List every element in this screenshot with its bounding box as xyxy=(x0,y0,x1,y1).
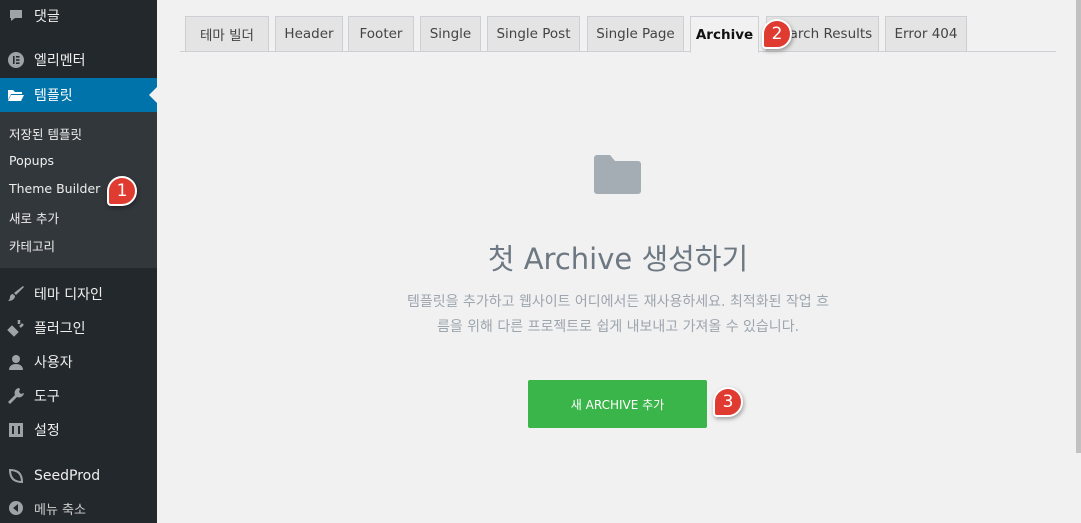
folder-open-icon xyxy=(6,85,26,105)
tab-footer[interactable]: Footer xyxy=(348,16,414,52)
annotation-marker-2: 2 xyxy=(762,19,792,49)
description: 템플릿을 추가하고 웹사이트 어디에서든 재사용하세요. 최적화된 작업 흐 름… xyxy=(355,290,881,340)
tab-single-post[interactable]: Single Post xyxy=(487,16,580,52)
menu-label: 플러그인 xyxy=(34,321,86,337)
description-line: 름을 위해 다른 프로젝트로 쉽게 내보내고 가져올 수 있습니다. xyxy=(436,319,800,335)
brush-icon xyxy=(6,284,26,304)
menu-tools[interactable]: 도구 xyxy=(0,379,157,413)
submenu-saved-templates[interactable]: 저장된 템플릿 xyxy=(9,124,82,143)
submenu-popups[interactable]: Popups xyxy=(9,153,54,168)
menu-label: 사용자 xyxy=(34,355,73,371)
menu-label: 템플릿 xyxy=(34,88,73,104)
menu-collapse[interactable]: 메뉴 축소 xyxy=(0,493,157,523)
elementor-icon xyxy=(6,50,26,70)
folder-icon xyxy=(594,154,641,194)
submenu-theme-builder[interactable]: Theme Builder xyxy=(9,181,100,196)
marker-number: 1 xyxy=(116,181,128,201)
tab-single-page[interactable]: Single Page xyxy=(587,16,684,52)
menu-users[interactable]: 사용자 xyxy=(0,345,157,379)
comment-icon xyxy=(6,6,26,26)
menu-label: 도구 xyxy=(34,389,60,405)
menu-label: 메뉴 축소 xyxy=(34,502,86,518)
menu-elementor[interactable]: 엘리멘터 xyxy=(0,43,157,77)
annotation-marker-1: 1 xyxy=(107,176,137,206)
menu-theme-design[interactable]: 테마 디자인 xyxy=(0,277,157,311)
menu-label: 엘리멘터 xyxy=(34,53,86,69)
menu-label: SeedProd xyxy=(34,468,101,484)
menu-label: 설정 xyxy=(34,423,60,439)
menu-label: 댓글 xyxy=(34,9,60,25)
settings-icon xyxy=(6,420,26,440)
seedprod-icon xyxy=(6,466,26,486)
tab-archive[interactable]: Archive xyxy=(690,16,759,53)
user-icon xyxy=(6,352,26,372)
marker-number: 3 xyxy=(722,392,734,412)
menu-plugins[interactable]: 플러그인 xyxy=(0,311,157,345)
annotation-marker-3: 3 xyxy=(713,387,743,417)
description-line: 템플릿을 추가하고 웹사이트 어디에서든 재사용하세요. 최적화된 작업 흐 xyxy=(407,294,829,310)
menu-seedprod[interactable]: SeedProd xyxy=(0,459,157,493)
tab-error-404[interactable]: Error 404 xyxy=(885,16,967,52)
collapse-icon xyxy=(6,498,26,518)
add-new-archive-button[interactable]: 새 ARCHIVE 추가 xyxy=(528,380,707,428)
menu-templates[interactable]: 템플릿 xyxy=(0,78,157,112)
menu-settings[interactable]: 설정 xyxy=(0,413,157,447)
admin-sidebar: 댓글 엘리멘터 템플릿 저장된 템플릿 Popups Theme Builder… xyxy=(0,0,157,523)
submenu-add-new[interactable]: 새로 추가 xyxy=(9,208,59,227)
page-title: 첫 Archive 생성하기 xyxy=(487,242,749,276)
scrollbar[interactable] xyxy=(1076,0,1081,453)
plugin-icon xyxy=(6,318,26,338)
tab-single[interactable]: Single xyxy=(420,16,481,52)
tab-theme-builder[interactable]: 테마 빌더 xyxy=(185,16,269,52)
theme-builder-tabs: 테마 빌더 Header Footer Single Single Post S… xyxy=(180,0,1056,53)
submenu-categories[interactable]: 카테고리 xyxy=(9,236,55,255)
tab-header[interactable]: Header xyxy=(275,16,343,52)
marker-number: 2 xyxy=(771,24,783,44)
menu-label: 테마 디자인 xyxy=(34,287,103,303)
menu-comments[interactable]: 댓글 xyxy=(0,0,157,32)
wrench-icon xyxy=(6,386,26,406)
